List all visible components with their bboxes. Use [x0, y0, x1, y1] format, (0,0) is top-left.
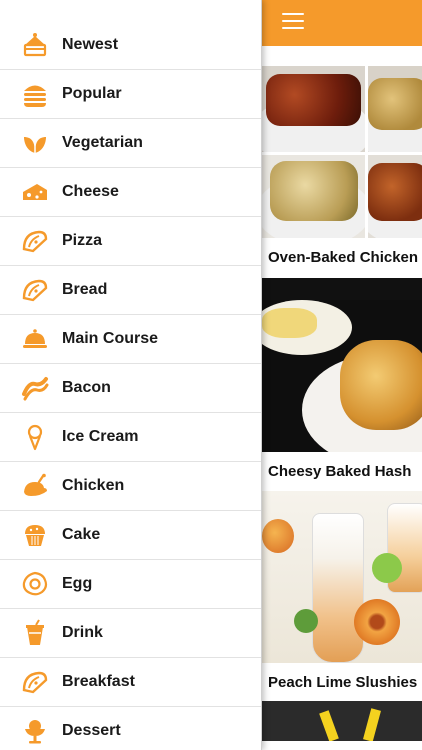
menu-item-label: Drink — [62, 624, 103, 641]
menu-item-main-course[interactable]: Main Course — [0, 315, 261, 364]
menu-item-label: Bread — [62, 281, 108, 298]
ice-cream-icon — [20, 422, 50, 452]
taco-icon — [20, 275, 50, 305]
menu-item-pizza[interactable]: Pizza — [0, 217, 261, 266]
menu-item-ice-cream[interactable]: Ice Cream — [0, 413, 261, 462]
burger-icon — [20, 79, 50, 109]
menu-item-label: Pizza — [62, 232, 103, 249]
menu-item-label: Ice Cream — [62, 428, 139, 445]
recipe-photo — [262, 66, 422, 238]
recipe-title: Cheesy Baked Hash — [262, 452, 422, 491]
roast-chicken-icon — [20, 471, 50, 501]
menu-item-bread[interactable]: Bread — [0, 266, 261, 315]
menu-item-label: Bacon — [62, 379, 111, 396]
recipe-feed: Oven-Baked Chicken Cheesy Baked Hash Pea… — [262, 0, 422, 750]
app-screen: Oven-Baked Chicken Cheesy Baked Hash Pea… — [0, 0, 422, 750]
egg-icon — [20, 569, 50, 599]
sundae-icon — [20, 716, 50, 746]
menu-item-label: Vegetarian — [62, 134, 143, 151]
recipe-card[interactable] — [262, 701, 422, 741]
menu-item-vegetarian[interactable]: Vegetarian — [0, 119, 261, 168]
cheese-icon — [20, 177, 50, 207]
recipe-title: Peach Lime Slushies — [262, 663, 422, 701]
menu-item-label: Newest — [62, 35, 119, 53]
cloche-icon — [20, 324, 50, 354]
recipe-photo — [262, 701, 422, 741]
menu-item-label: Cheese — [62, 183, 119, 200]
menu-item-cake[interactable]: Cake — [0, 511, 261, 560]
recipe-card[interactable]: Peach Lime Slushies — [262, 491, 422, 701]
muffin-icon — [20, 520, 50, 550]
drink-cup-icon — [20, 618, 50, 648]
taco-icon — [20, 226, 50, 256]
menu-item-label: Cake — [62, 526, 101, 543]
menu-item-dessert[interactable]: Dessert — [0, 707, 261, 750]
menu-item-bacon[interactable]: Bacon — [0, 364, 261, 413]
bacon-icon — [20, 373, 50, 403]
menu-item-drink[interactable]: Drink — [0, 609, 261, 658]
cake-slice-icon — [20, 30, 50, 60]
recipe-photo — [262, 300, 422, 452]
hamburger-menu-icon[interactable] — [282, 13, 304, 31]
menu-item-label: Main Course — [62, 330, 159, 347]
leaf-icon — [20, 128, 50, 158]
menu-item-label: Egg — [62, 575, 93, 592]
menu-item-popular[interactable]: Popular — [0, 70, 261, 119]
menu-item-label: Dessert — [62, 722, 121, 739]
top-bar — [262, 0, 422, 46]
menu-item-egg[interactable]: Egg — [0, 560, 261, 609]
menu-item-label: Breakfast — [62, 673, 135, 690]
menu-item-label: Chicken — [62, 477, 125, 494]
menu-item-label: Popular — [62, 85, 122, 102]
menu-item-chicken[interactable]: Chicken — [0, 462, 261, 511]
recipe-title: Oven-Baked Chicken — [262, 238, 422, 278]
side-drawer: Newest Popular Vegetarian Cheese Pizza B… — [0, 0, 262, 750]
recipe-photo — [262, 491, 422, 663]
menu-item-newest[interactable]: Newest — [0, 20, 261, 70]
menu-item-breakfast[interactable]: Breakfast — [0, 658, 261, 707]
recipe-card[interactable]: Cheesy Baked Hash — [262, 300, 422, 491]
recipe-card[interactable]: Oven-Baked Chicken — [262, 66, 422, 300]
taco-icon — [20, 667, 50, 697]
menu-item-cheese[interactable]: Cheese — [0, 168, 261, 217]
